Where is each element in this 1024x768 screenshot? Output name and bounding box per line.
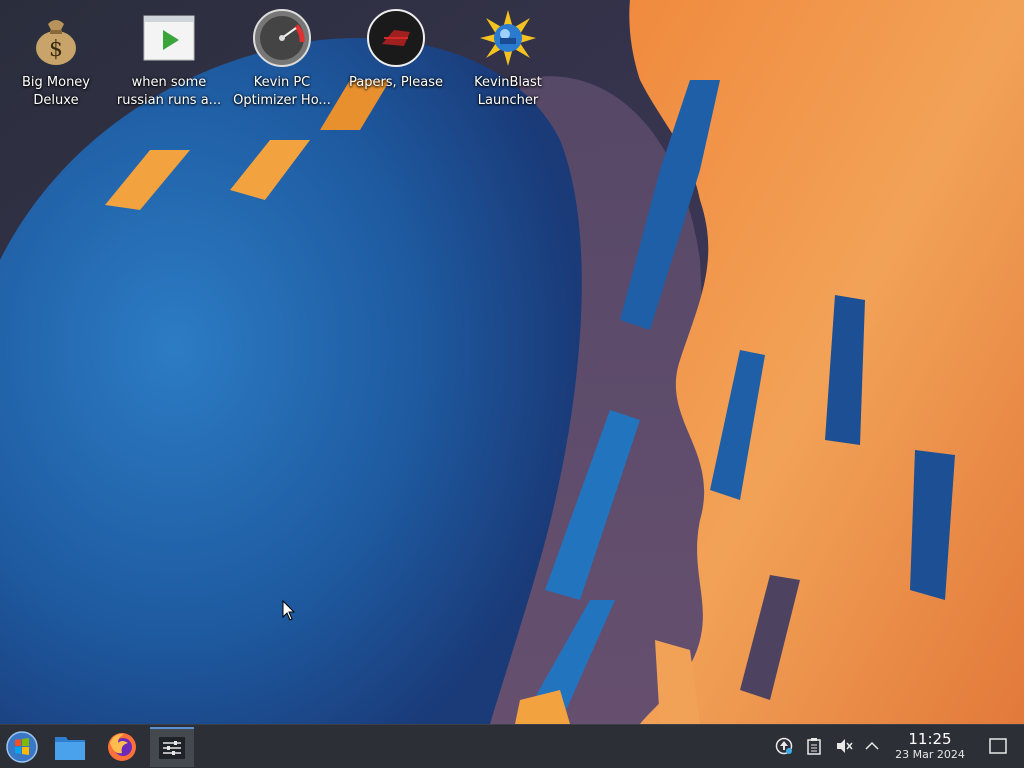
digital-clock[interactable]: 11:25 23 Mar 2024 [884,730,976,762]
system-settings-button[interactable] [150,727,194,767]
speedometer-icon [253,9,311,67]
chevron-up-icon [865,741,879,750]
clipboard-icon [807,738,821,755]
svg-text:$: $ [49,37,63,62]
taskbar: 11:25 23 Mar 2024 [0,724,1024,768]
kevinblast-icon [480,10,536,66]
show-desktop-icon [989,738,1007,754]
papers-please-icon [367,9,425,67]
system-settings-icon [159,737,185,759]
desktop-icon-label: Optimizer Ho... [233,93,331,108]
money-bag-icon: $ [36,20,76,65]
start-menu-button[interactable] [0,727,44,767]
desktop-icon-label: Papers, Please [348,75,444,90]
clipboard-tray[interactable] [803,735,825,757]
clock-time: 11:25 [908,730,952,748]
tray-expander[interactable] [861,735,883,757]
desktop-icon-kevinblast-launcher[interactable]: KevinBlast Launcher [453,8,563,110]
clock-date: 23 Mar 2024 [895,748,965,761]
volume-tray[interactable] [833,735,855,757]
desktop-icon-label: KevinBlast [474,75,542,90]
desktop-icon-label: russian runs a... [116,93,222,108]
desktop-icon-video-file[interactable]: when some russian runs a... [114,8,224,110]
volume-muted-icon [837,739,853,753]
desktop-icon-big-money-deluxe[interactable]: $ Big Money Deluxe [1,8,111,110]
file-manager-button[interactable] [48,727,92,767]
show-desktop-button[interactable] [987,735,1009,757]
video-file-icon [143,15,195,61]
update-notifier-icon [775,737,793,755]
start-menu-icon [6,731,38,763]
update-notifier[interactable] [773,735,795,757]
firefox-button[interactable] [100,727,144,767]
desktop-icon-kevin-pc-optimizer[interactable]: Kevin PC Optimizer Ho... [227,8,337,110]
desktop-icon-label: Big Money [21,75,90,90]
mouse-pointer-icon [282,600,296,621]
desktop-icon-label: Kevin PC [253,75,311,90]
desktop-icon-label: when some [131,75,207,90]
desktop-icon-label: Deluxe [33,93,79,108]
desktop-icon-label: Launcher [477,93,539,108]
file-manager-icon [55,737,85,760]
firefox-icon [108,733,136,761]
desktop-icon-papers-please[interactable]: Papers, Please [341,8,451,92]
